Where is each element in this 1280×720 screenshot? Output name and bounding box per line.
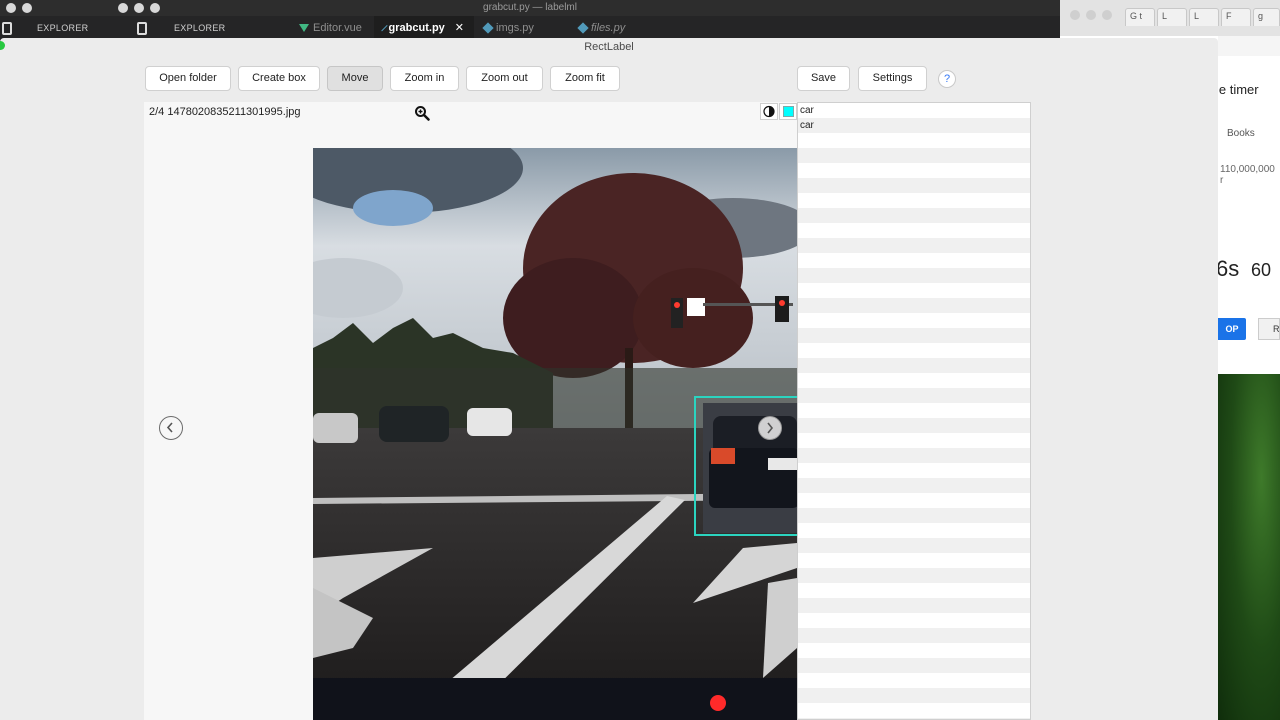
tab-label: Editor.vue (313, 22, 362, 34)
files-icon[interactable] (2, 21, 12, 35)
chevron-left-icon (166, 422, 173, 433)
settings-button[interactable]: Settings (858, 66, 927, 91)
maximize-window-icon-2[interactable] (150, 3, 160, 13)
label-item[interactable]: car (800, 118, 814, 133)
previous-image-button[interactable] (159, 416, 183, 440)
contrast-icon (763, 105, 775, 118)
browser-tab[interactable]: F (1221, 8, 1251, 26)
chevron-right-icon (767, 422, 774, 434)
tab-label: imgs.py (496, 22, 534, 34)
map-image (1218, 374, 1280, 720)
browser-close-icon[interactable] (1070, 10, 1080, 20)
close-window-icon-2[interactable] (118, 3, 128, 13)
color-fill (783, 106, 794, 117)
image-filename: 2/4 1478020835211301995.jpg (149, 106, 301, 118)
python-file-icon (381, 24, 388, 32)
browser-minimize-icon[interactable] (1086, 10, 1096, 20)
tab-grabcut-py[interactable]: grabcut.py ✕ (374, 16, 474, 40)
app-title: RectLabel (584, 41, 634, 53)
browser-maximize-icon[interactable] (1102, 10, 1112, 20)
files-icon-2[interactable] (137, 21, 147, 35)
explorer-label: EXPLORER (37, 23, 89, 33)
car-bounding-box[interactable] (694, 396, 804, 536)
tab-label: grabcut.py (388, 22, 445, 34)
books-tab[interactable]: Books (1227, 128, 1255, 139)
label-item[interactable]: car (800, 103, 814, 118)
browser-tab[interactable]: L (1189, 8, 1219, 26)
zoom-out-button[interactable]: Zoom out (466, 66, 543, 91)
browser-tab[interactable]: L (1157, 8, 1187, 26)
zoom-in-button[interactable]: Zoom in (390, 66, 459, 91)
tab-imgs-py[interactable]: imgs.py (474, 16, 569, 40)
close-window-icon[interactable] (6, 3, 16, 13)
python-file-icon (482, 22, 494, 34)
close-tab-icon[interactable]: ✕ (455, 16, 464, 40)
tab-editor-vue[interactable]: Editor.vue (289, 16, 374, 40)
open-folder-button[interactable]: Open folder (145, 66, 231, 91)
stop-button[interactable]: OP (1218, 318, 1246, 340)
vue-file-icon (299, 24, 309, 32)
browser-page-title-fragment: le timer (1216, 82, 1259, 97)
create-box-button[interactable]: Create box (238, 66, 320, 91)
minimize-window-icon[interactable] (22, 3, 32, 13)
explorer-label-2: EXPLORER (174, 23, 226, 33)
browser-tab[interactable]: G t (1125, 8, 1155, 26)
save-button[interactable]: Save (797, 66, 850, 91)
timer-seconds: 6s (1216, 256, 1240, 281)
help-button[interactable]: ? (938, 70, 956, 88)
zoom-magnifier-icon[interactable] (414, 105, 430, 121)
results-count: 110,000,000 r (1220, 164, 1275, 186)
labels-list[interactable] (797, 102, 1031, 720)
timer-value: 60 (1251, 260, 1272, 280)
contrast-toggle-button[interactable] (760, 103, 778, 120)
move-button[interactable]: Move (327, 66, 383, 91)
editor-tab-bar: EXPLORER EXPLORER Editor.vue grabcut.py … (0, 16, 1060, 40)
tab-files-py[interactable]: files.py (569, 16, 659, 40)
box-color-swatch[interactable] (779, 103, 797, 120)
browser-bookmark-bar (1218, 36, 1280, 56)
zoom-fit-button[interactable]: Zoom fit (550, 66, 620, 91)
python-file-icon (577, 22, 589, 34)
minimize-window-icon-2[interactable] (134, 3, 144, 13)
browser-tab[interactable]: g (1253, 8, 1280, 26)
reset-button[interactable]: R (1258, 318, 1280, 340)
next-image-button[interactable] (758, 416, 782, 440)
tab-label: files.py (591, 22, 626, 34)
